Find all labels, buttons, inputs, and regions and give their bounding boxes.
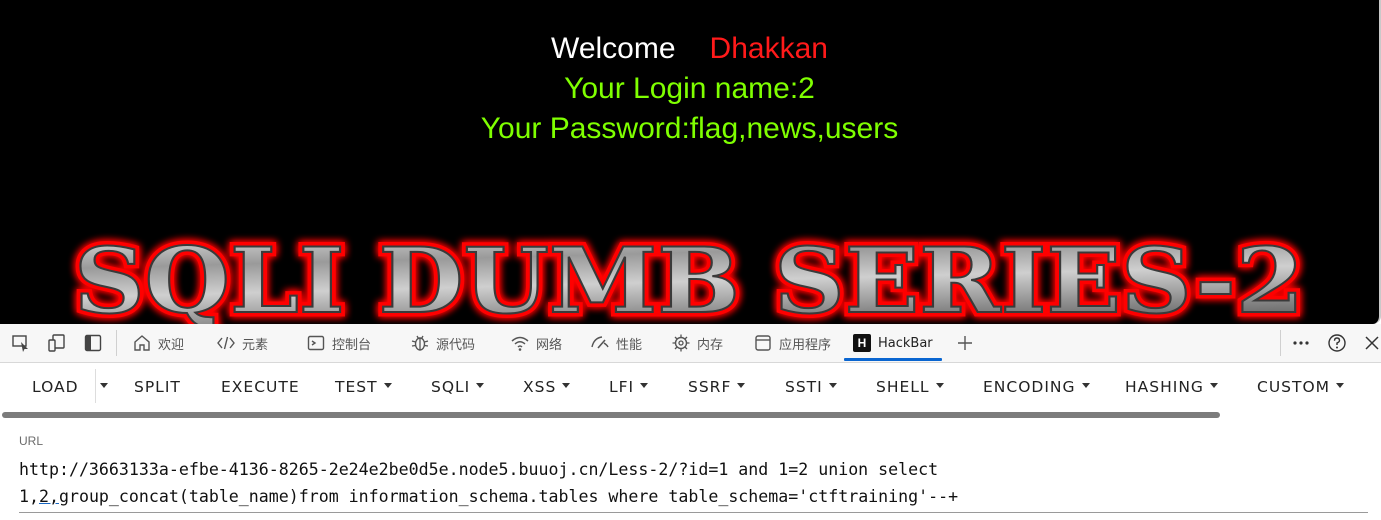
wifi-icon xyxy=(511,336,529,351)
ssrf-menu-button[interactable]: SSRF xyxy=(688,377,746,397)
tab-memory[interactable]: 内存 xyxy=(671,324,723,362)
welcome-label: Welcome xyxy=(551,32,676,65)
button-label: XSS xyxy=(523,378,557,396)
close-icon[interactable] xyxy=(1362,333,1381,353)
tab-label: 性能 xyxy=(616,337,643,353)
button-label: EXECUTE xyxy=(221,378,300,396)
button-label: SPLIT xyxy=(134,378,181,396)
tab-label: 应用程序 xyxy=(779,337,832,353)
hashing-menu-button[interactable]: HASHING xyxy=(1125,377,1218,397)
divider xyxy=(1280,330,1281,356)
tab-label: 网络 xyxy=(536,337,563,353)
button-label: HASHING xyxy=(1125,378,1204,396)
help-icon[interactable] xyxy=(1327,333,1347,353)
login-name-line: Your Login name:2 xyxy=(564,72,815,105)
welcome-line: Welcome Dhakkan xyxy=(0,31,1379,67)
devtools-tabbar: 欢迎 元素 控制台 源代码 网络 性能 内存 应用程序 H HackBar xyxy=(0,324,1381,363)
button-label: ENCODING xyxy=(983,378,1076,396)
button-label: LOAD xyxy=(32,378,79,396)
chevron-down-icon xyxy=(935,383,944,388)
sidebar-toggle-icon[interactable] xyxy=(83,333,103,353)
inspect-icon[interactable] xyxy=(11,333,31,353)
tab-welcome[interactable]: 欢迎 xyxy=(132,324,184,362)
page-viewport: Welcome Dhakkan Your Login name:2 Your Pa… xyxy=(0,0,1381,324)
tab-label: 控制台 xyxy=(332,337,372,353)
chevron-down-icon xyxy=(100,383,108,388)
button-label: SSRF xyxy=(688,378,732,396)
button-label: TEST xyxy=(335,378,378,396)
split-button[interactable]: SPLIT xyxy=(134,377,181,397)
button-label: SQLI xyxy=(431,378,471,396)
hackbar-toolbar: LOAD SPLIT EXECUTE TEST SQLI XSS LFI SSR… xyxy=(0,363,1381,411)
shell-menu-button[interactable]: SHELL xyxy=(876,377,944,397)
password-line: Your Password:flag,news,users xyxy=(480,112,899,145)
tab-label: HackBar xyxy=(878,335,933,351)
sqli-menu-button[interactable]: SQLI xyxy=(431,377,485,397)
sqli-banner: SQLI DUMB SERIES-2 SQLI DUMB SERIES-2 xyxy=(70,224,1309,325)
console-icon xyxy=(307,335,325,351)
chevron-down-icon xyxy=(562,383,571,388)
banner-text: SQLI DUMB SERIES-2 xyxy=(74,228,1304,324)
tab-application[interactable]: 应用程序 xyxy=(753,324,831,362)
tab-hackbar[interactable]: H HackBar xyxy=(844,324,942,362)
device-emulation-icon[interactable] xyxy=(47,333,67,353)
more-icon[interactable] xyxy=(1291,333,1311,353)
url-line-1: http://3663133a-efbe-4136-8265-2e24e2be0… xyxy=(19,460,939,479)
chevron-down-icon xyxy=(1209,383,1218,388)
divider xyxy=(95,369,96,403)
memory-icon xyxy=(672,334,690,352)
url-line-2-marked: 2, xyxy=(38,487,59,506)
tab-console[interactable]: 控制台 xyxy=(306,324,371,362)
divider xyxy=(116,330,117,356)
code-icon xyxy=(217,336,235,350)
horizontal-scrollbar[interactable] xyxy=(2,412,1220,418)
button-label: SHELL xyxy=(876,378,930,396)
load-button[interactable]: LOAD xyxy=(32,377,79,397)
tab-performance[interactable]: 性能 xyxy=(590,324,642,362)
performance-icon xyxy=(591,336,609,349)
tab-elements[interactable]: 元素 xyxy=(216,324,268,362)
lfi-menu-button[interactable]: LFI xyxy=(609,377,649,397)
home-icon xyxy=(134,335,150,351)
chevron-down-icon xyxy=(737,383,746,388)
chevron-down-icon xyxy=(1081,383,1090,388)
custom-menu-button[interactable]: CUSTOM xyxy=(1257,377,1345,397)
welcome-name: Dhakkan xyxy=(709,32,828,65)
chevron-down-icon xyxy=(1336,383,1345,388)
tab-label: 欢迎 xyxy=(158,337,185,353)
chevron-down-icon xyxy=(828,383,837,388)
button-label: CUSTOM xyxy=(1257,378,1331,396)
chevron-down-icon xyxy=(383,383,392,388)
bug-icon xyxy=(411,335,429,351)
url-field-underline xyxy=(19,512,1368,513)
tab-network[interactable]: 网络 xyxy=(510,324,562,362)
test-menu-button[interactable]: TEST xyxy=(335,377,392,397)
url-field-label: URL xyxy=(19,434,44,448)
xss-menu-button[interactable]: XSS xyxy=(523,377,571,397)
encoding-menu-button[interactable]: ENCODING xyxy=(983,377,1090,397)
chevron-down-icon xyxy=(640,383,649,388)
url-textarea[interactable]: http://3663133a-efbe-4136-8265-2e24e2be0… xyxy=(19,456,1359,510)
hackbar-logo-icon: H xyxy=(853,334,871,352)
url-line-2-rest: group_concat(table_name)from information… xyxy=(58,487,959,506)
add-tab-icon[interactable] xyxy=(955,333,975,353)
url-line-2-start: 1, xyxy=(19,487,39,506)
application-icon xyxy=(755,335,771,351)
execute-button[interactable]: EXECUTE xyxy=(221,377,300,397)
tab-label: 元素 xyxy=(242,337,269,353)
tab-label: 内存 xyxy=(697,337,724,353)
chevron-down-icon xyxy=(476,383,485,388)
tab-sources[interactable]: 源代码 xyxy=(410,324,475,362)
load-options-dropdown[interactable] xyxy=(100,377,108,397)
button-label: LFI xyxy=(609,378,635,396)
button-label: SSTI xyxy=(785,378,823,396)
ssti-menu-button[interactable]: SSTI xyxy=(785,377,837,397)
tab-label: 源代码 xyxy=(436,337,476,353)
